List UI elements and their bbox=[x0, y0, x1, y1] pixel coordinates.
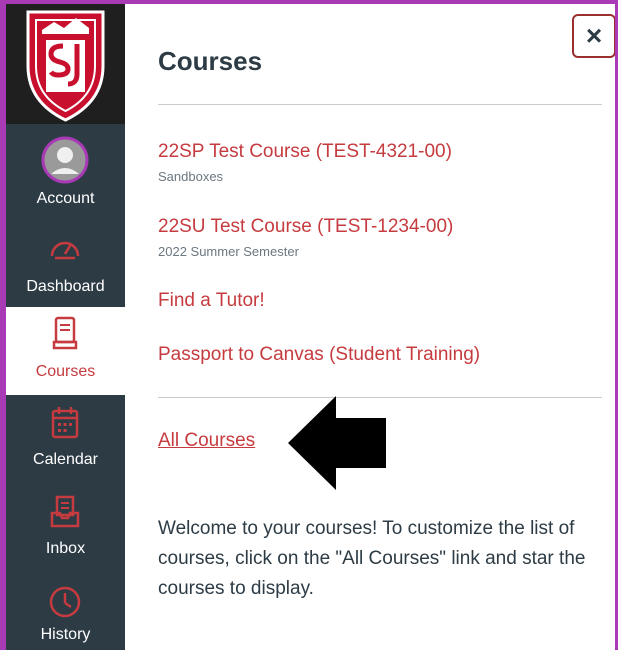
nav-courses-label: Courses bbox=[35, 363, 96, 380]
course-name[interactable]: 22SU Test Course (TEST-1234-00) bbox=[158, 216, 598, 238]
global-nav: Account Dashboard Courses Calendar Inbox… bbox=[6, 4, 125, 650]
nav-history-label: History bbox=[40, 626, 91, 643]
divider-top bbox=[158, 104, 602, 105]
shield-logo-icon bbox=[26, 10, 105, 122]
welcome-message: Welcome to your courses! To customize th… bbox=[158, 518, 586, 599]
nav-courses[interactable]: Courses bbox=[6, 307, 125, 395]
close-tray-button[interactable]: × bbox=[572, 14, 615, 58]
school-logo[interactable] bbox=[6, 4, 125, 124]
courses-book-icon bbox=[52, 316, 78, 350]
nav-dashboard-label: Dashboard bbox=[26, 278, 105, 295]
course-term: Sandboxes bbox=[158, 169, 224, 184]
close-icon: × bbox=[585, 20, 603, 51]
account-avatar-icon bbox=[41, 136, 89, 184]
all-courses-link[interactable]: All Courses bbox=[158, 430, 255, 452]
inbox-icon bbox=[50, 495, 80, 528]
history-clock-icon bbox=[49, 586, 81, 618]
nav-history[interactable]: History bbox=[6, 574, 125, 650]
course-name[interactable]: 22SP Test Course (TEST-4321-00) bbox=[158, 141, 598, 163]
course-item-22sp[interactable]: 22SP Test Course (TEST-4321-00) Sandboxe… bbox=[158, 141, 598, 184]
nav-calendar[interactable]: Calendar bbox=[6, 397, 125, 483]
nav-account[interactable]: Account bbox=[6, 128, 125, 214]
course-item-22su[interactable]: 22SU Test Course (TEST-1234-00) 2022 Sum… bbox=[158, 216, 598, 259]
nav-dashboard[interactable]: Dashboard bbox=[6, 218, 125, 304]
canvas-window: Account Dashboard Courses Calendar Inbox… bbox=[0, 0, 618, 650]
nav-inbox[interactable]: Inbox bbox=[6, 486, 125, 572]
find-a-tutor-link[interactable]: Find a Tutor! bbox=[158, 290, 265, 312]
dashboard-gauge-icon bbox=[50, 241, 80, 260]
pointing-arrow-icon bbox=[288, 396, 386, 490]
tray-title: Courses bbox=[158, 46, 263, 76]
calendar-icon bbox=[51, 407, 79, 439]
course-term: 2022 Summer Semester bbox=[158, 244, 299, 259]
nav-inbox-label: Inbox bbox=[45, 540, 86, 557]
passport-to-canvas-link[interactable]: Passport to Canvas (Student Training) bbox=[158, 344, 480, 366]
nav-calendar-label: Calendar bbox=[33, 451, 98, 468]
nav-account-label: Account bbox=[36, 190, 95, 207]
